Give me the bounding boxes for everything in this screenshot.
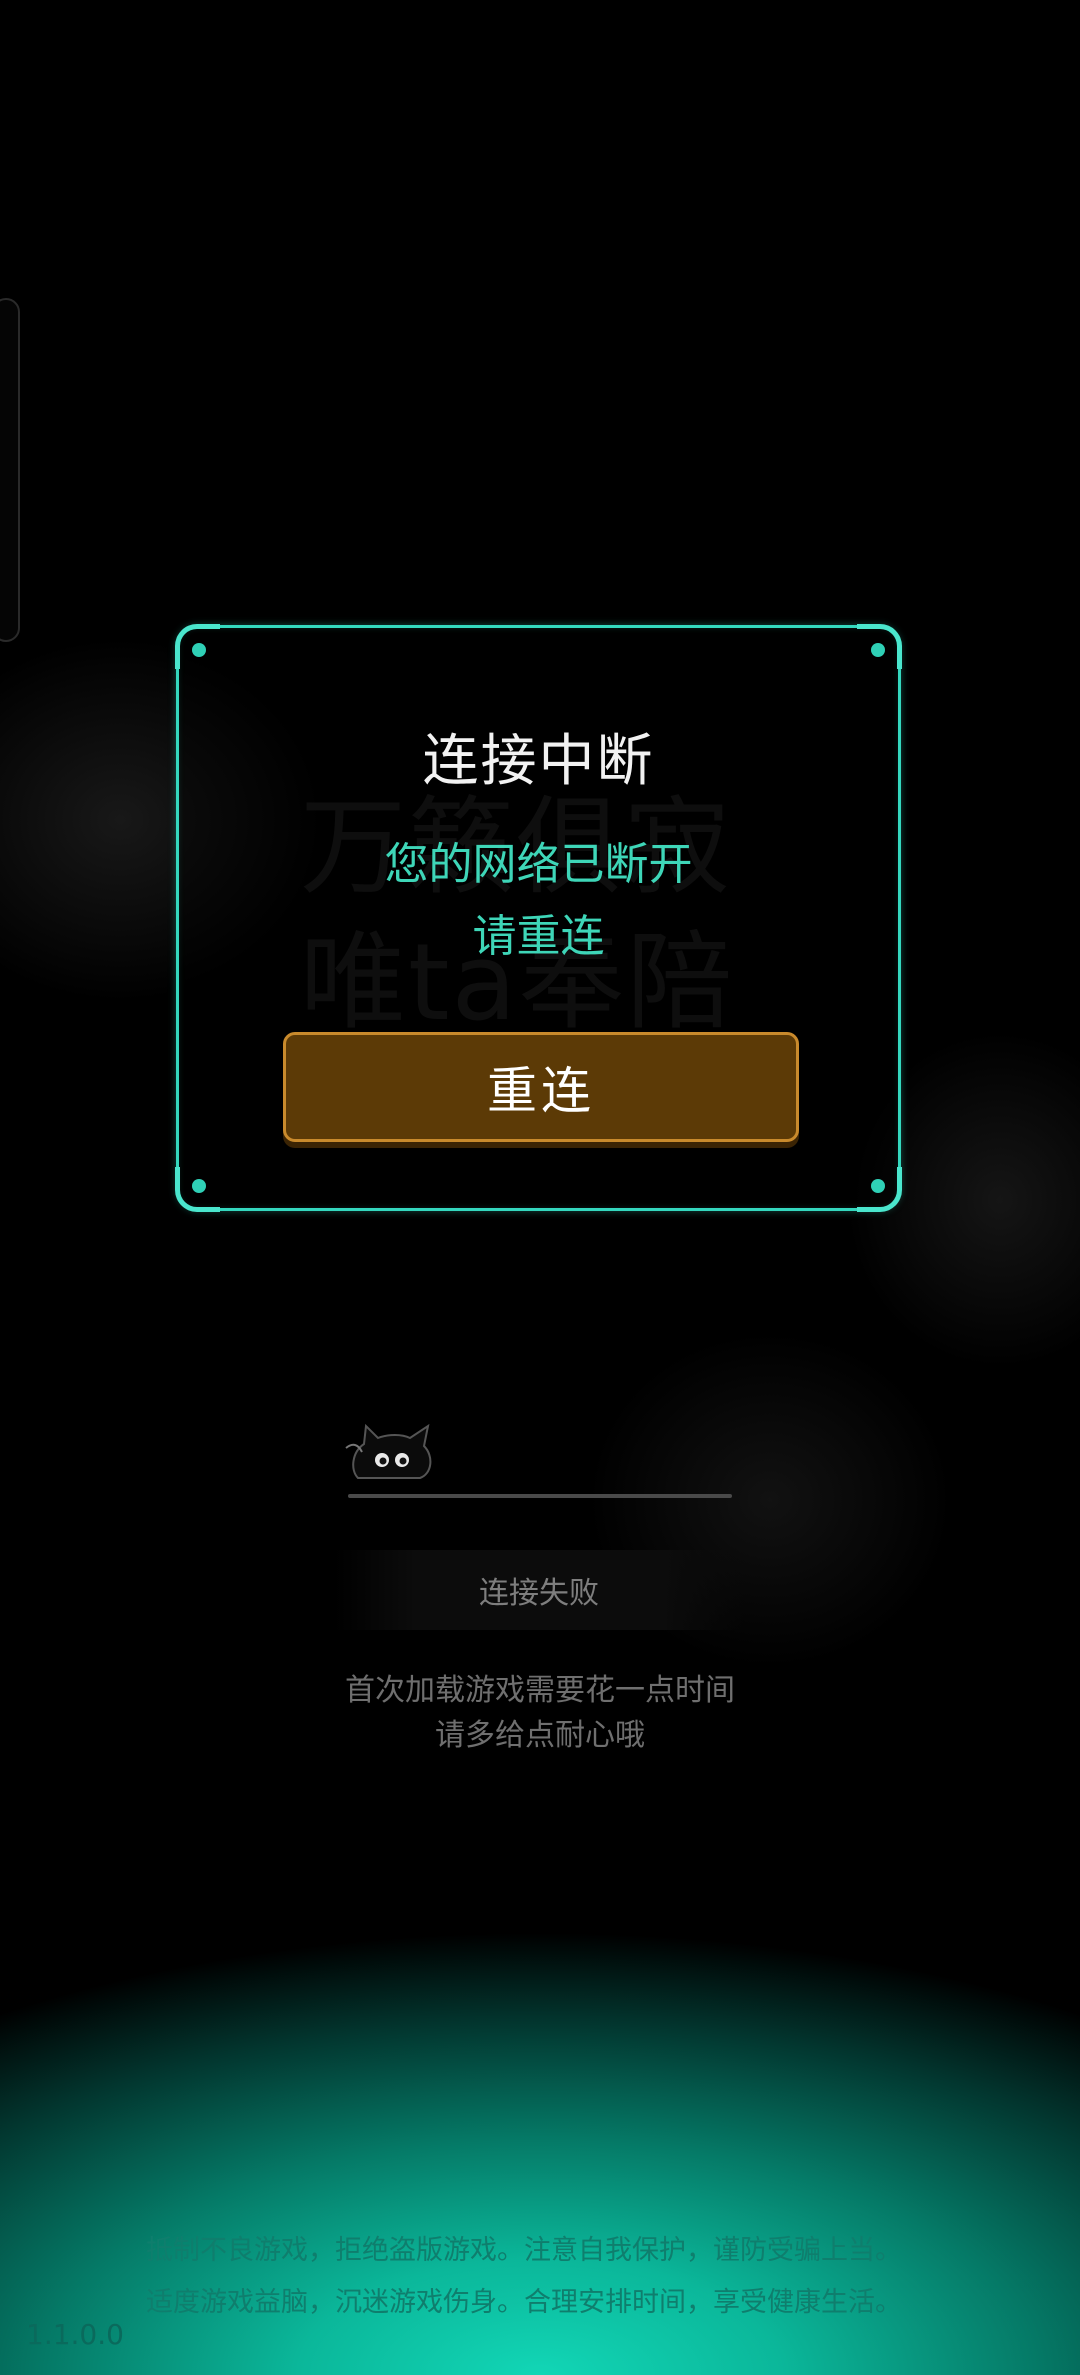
loading-tip-line2: 请多给点耐心哦 (435, 1718, 645, 1753)
corner-dot (871, 643, 885, 657)
side-drawer-handle[interactable] (0, 298, 20, 642)
loading-progress-bar (348, 1494, 732, 1498)
corner-dot (192, 1179, 206, 1193)
connection-lost-dialog: 连接中断 您的网络已断开 请重连 重连 (175, 624, 902, 1212)
black-cat-mascot-icon (345, 1423, 432, 1479)
dialog-message-hint: 请重连 (472, 911, 605, 962)
dialog-message: 您的网络已断开 (384, 839, 693, 890)
health-notice-line2: 适度游戏益脑，沉迷游戏伤身。合理安排时间，享受健康生活。 (146, 2287, 902, 2318)
reconnect-button[interactable]: 重连 (283, 1032, 799, 1142)
health-notice-line1: 抵制不良游戏，拒绝盗版游戏。注意自我保护，谨防受骗上当。 (146, 2235, 902, 2266)
corner-dot (192, 643, 206, 657)
version-label: 1.1.0.0 (26, 2318, 124, 2351)
loading-tip-line1: 首次加载游戏需要花一点时间 (345, 1673, 735, 1708)
loading-status: 连接失败 (334, 1550, 744, 1630)
corner-dot (871, 1179, 885, 1193)
dialog-title: 连接中断 (422, 729, 655, 794)
